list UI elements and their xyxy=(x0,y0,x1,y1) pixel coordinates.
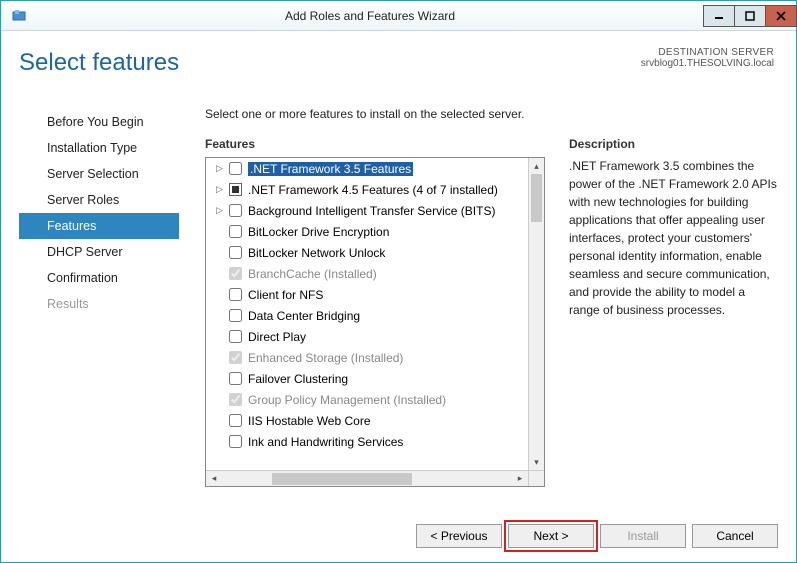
nav-step-5[interactable]: DHCP Server xyxy=(19,239,179,265)
feature-label: Data Center Bridging xyxy=(248,309,360,323)
checkbox[interactable] xyxy=(229,435,242,448)
app-icon xyxy=(9,6,29,26)
minimize-button[interactable] xyxy=(703,5,735,27)
nav-step-3[interactable]: Server Roles xyxy=(19,187,179,213)
wizard-footer: < Previous Next > Install Cancel xyxy=(416,524,778,548)
checkbox[interactable] xyxy=(229,267,242,280)
previous-button[interactable]: < Previous xyxy=(416,524,502,548)
feature-label: Failover Clustering xyxy=(248,372,348,386)
next-button[interactable]: Next > xyxy=(508,524,594,548)
description-label: Description xyxy=(569,137,778,151)
scroll-down-icon[interactable]: ▾ xyxy=(529,454,544,470)
destination-name: srvblog01.THESOLVING.local xyxy=(641,58,774,69)
feature-label: Group Policy Management (Installed) xyxy=(248,393,446,407)
wizard-window: Add Roles and Features Wizard Select fea… xyxy=(0,0,797,563)
feature-item[interactable]: ▷ .NET Framework 4.5 Features (4 of 7 ins… xyxy=(206,179,528,200)
hscroll-thumb[interactable] xyxy=(272,473,412,485)
checkbox[interactable] xyxy=(229,309,242,322)
checkbox[interactable] xyxy=(229,225,242,238)
feature-label: BranchCache (Installed) xyxy=(248,267,377,281)
nav-step-6[interactable]: Confirmation xyxy=(19,265,179,291)
feature-label: Direct Play xyxy=(248,330,306,344)
expand-icon xyxy=(214,268,225,279)
nav-step-1[interactable]: Installation Type xyxy=(19,135,179,161)
feature-item[interactable]: BitLocker Network Unlock xyxy=(206,242,528,263)
horizontal-scrollbar[interactable]: ◂ ▸ xyxy=(206,470,528,486)
feature-item[interactable]: Enhanced Storage (Installed) xyxy=(206,347,528,368)
scroll-thumb[interactable] xyxy=(531,174,542,222)
checkbox[interactable] xyxy=(229,162,242,175)
feature-label: .NET Framework 4.5 Features (4 of 7 inst… xyxy=(248,183,498,197)
checkbox[interactable] xyxy=(229,414,242,427)
checkbox[interactable] xyxy=(229,204,242,217)
feature-label: IIS Hostable Web Core xyxy=(248,414,371,428)
nav-step-2[interactable]: Server Selection xyxy=(19,161,179,187)
scroll-up-icon[interactable]: ▴ xyxy=(529,158,544,174)
wizard-nav: Before You BeginInstallation TypeServer … xyxy=(19,107,179,487)
feature-item[interactable]: IIS Hostable Web Core xyxy=(206,410,528,431)
checkbox-tri[interactable] xyxy=(229,183,242,196)
feature-label: Background Intelligent Transfer Service … xyxy=(248,204,495,218)
expand-icon xyxy=(214,247,225,258)
feature-item[interactable]: BranchCache (Installed) xyxy=(206,263,528,284)
expand-icon xyxy=(214,289,225,300)
expand-icon xyxy=(214,415,225,426)
feature-label: .NET Framework 3.5 Features xyxy=(248,162,413,176)
checkbox[interactable] xyxy=(229,372,242,385)
expand-icon xyxy=(214,394,225,405)
expand-icon xyxy=(214,310,225,321)
checkbox[interactable] xyxy=(229,246,242,259)
scroll-corner xyxy=(528,470,544,486)
close-button[interactable] xyxy=(765,5,797,27)
nav-step-4[interactable]: Features xyxy=(19,213,179,239)
window-controls xyxy=(703,5,796,27)
feature-label: BitLocker Network Unlock xyxy=(248,246,385,260)
destination-heading: DESTINATION SERVER xyxy=(641,47,774,58)
feature-item[interactable]: Data Center Bridging xyxy=(206,305,528,326)
nav-step-7: Results xyxy=(19,291,179,317)
window-title: Add Roles and Features Wizard xyxy=(37,9,703,23)
feature-item[interactable]: Client for NFS xyxy=(206,284,528,305)
description-text: .NET Framework 3.5 combines the power of… xyxy=(569,157,778,319)
checkbox[interactable] xyxy=(229,351,242,364)
nav-step-0[interactable]: Before You Begin xyxy=(19,109,179,135)
checkbox[interactable] xyxy=(229,330,242,343)
feature-item[interactable]: ▷ .NET Framework 3.5 Features xyxy=(206,158,528,179)
features-label: Features xyxy=(205,137,545,151)
maximize-button[interactable] xyxy=(734,5,766,27)
expand-icon[interactable]: ▷ xyxy=(214,184,225,195)
feature-label: BitLocker Drive Encryption xyxy=(248,225,389,239)
feature-label: Enhanced Storage (Installed) xyxy=(248,351,403,365)
feature-item[interactable]: Group Policy Management (Installed) xyxy=(206,389,528,410)
expand-icon xyxy=(214,436,225,447)
expand-icon[interactable]: ▷ xyxy=(214,163,225,174)
expand-icon xyxy=(214,373,225,384)
feature-item[interactable]: ▷ Background Intelligent Transfer Service… xyxy=(206,200,528,221)
feature-item[interactable]: Direct Play xyxy=(206,326,528,347)
feature-item[interactable]: Ink and Handwriting Services xyxy=(206,431,528,452)
titlebar: Add Roles and Features Wizard xyxy=(1,1,796,31)
destination-server: DESTINATION SERVER srvblog01.THESOLVING.… xyxy=(641,47,774,69)
expand-icon xyxy=(214,331,225,342)
checkbox[interactable] xyxy=(229,393,242,406)
feature-item[interactable]: BitLocker Drive Encryption xyxy=(206,221,528,242)
expand-icon xyxy=(214,226,225,237)
features-listbox[interactable]: ▷ .NET Framework 3.5 Features ▷ .NET Framew… xyxy=(205,157,545,487)
install-button[interactable]: Install xyxy=(600,524,686,548)
expand-icon[interactable]: ▷ xyxy=(214,205,225,216)
checkbox[interactable] xyxy=(229,288,242,301)
feature-item[interactable]: Failover Clustering xyxy=(206,368,528,389)
scroll-left-icon[interactable]: ◂ xyxy=(206,473,222,484)
feature-label: Ink and Handwriting Services xyxy=(248,435,403,449)
cancel-button[interactable]: Cancel xyxy=(692,524,778,548)
scroll-right-icon[interactable]: ▸ xyxy=(512,473,528,484)
feature-label: Client for NFS xyxy=(248,288,323,302)
expand-icon xyxy=(214,352,225,363)
vertical-scrollbar[interactable]: ▴ ▾ xyxy=(528,158,544,470)
instruction-text: Select one or more features to install o… xyxy=(205,107,778,121)
